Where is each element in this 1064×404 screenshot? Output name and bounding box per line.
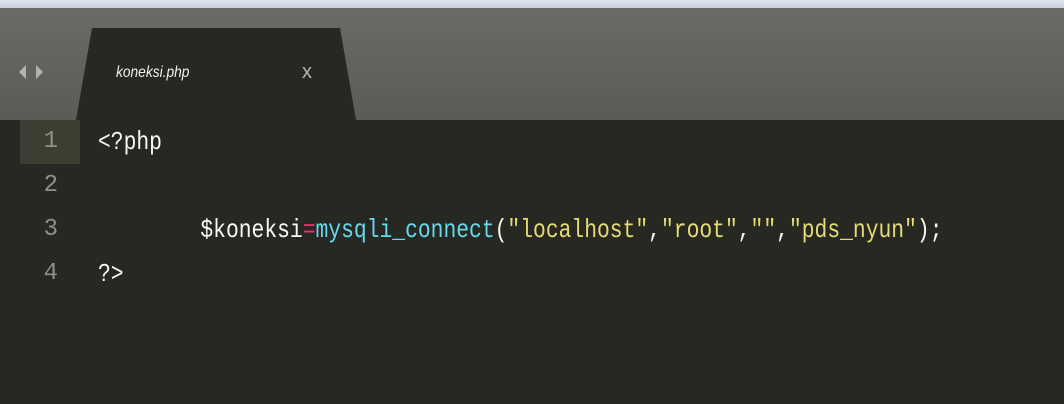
code-text: <?php [98,127,162,157]
code-line-2: 2 $koneksi=mysqli_connect("localhost","r… [0,164,1064,245]
code-line-3: 3 [0,208,1064,252]
code-text: ?> [98,259,124,289]
code-line-4: 4 ?> [0,252,1064,296]
line-number: 2 [43,172,58,199]
line-number: 4 [43,260,58,287]
tab-title: koneksi.php [116,64,190,81]
code-text: $koneksi=mysqli_connect("localhost","roo… [98,164,942,245]
editor-window: koneksi.php x 1 <?php 2 $koneksi=mysqli_… [0,0,1064,404]
window-top-edge [0,0,1064,8]
tab-close-button[interactable]: x [302,60,312,84]
line-number: 1 [43,128,58,155]
line-number: 3 [43,216,58,243]
left-right-arrows-icon[interactable] [16,62,56,82]
code-editor[interactable]: 1 <?php 2 $koneksi=mysqli_connect("local… [0,120,1064,404]
left-right-arrows-icon-svg [19,65,43,79]
code-line-1: 1 <?php [0,120,1064,164]
